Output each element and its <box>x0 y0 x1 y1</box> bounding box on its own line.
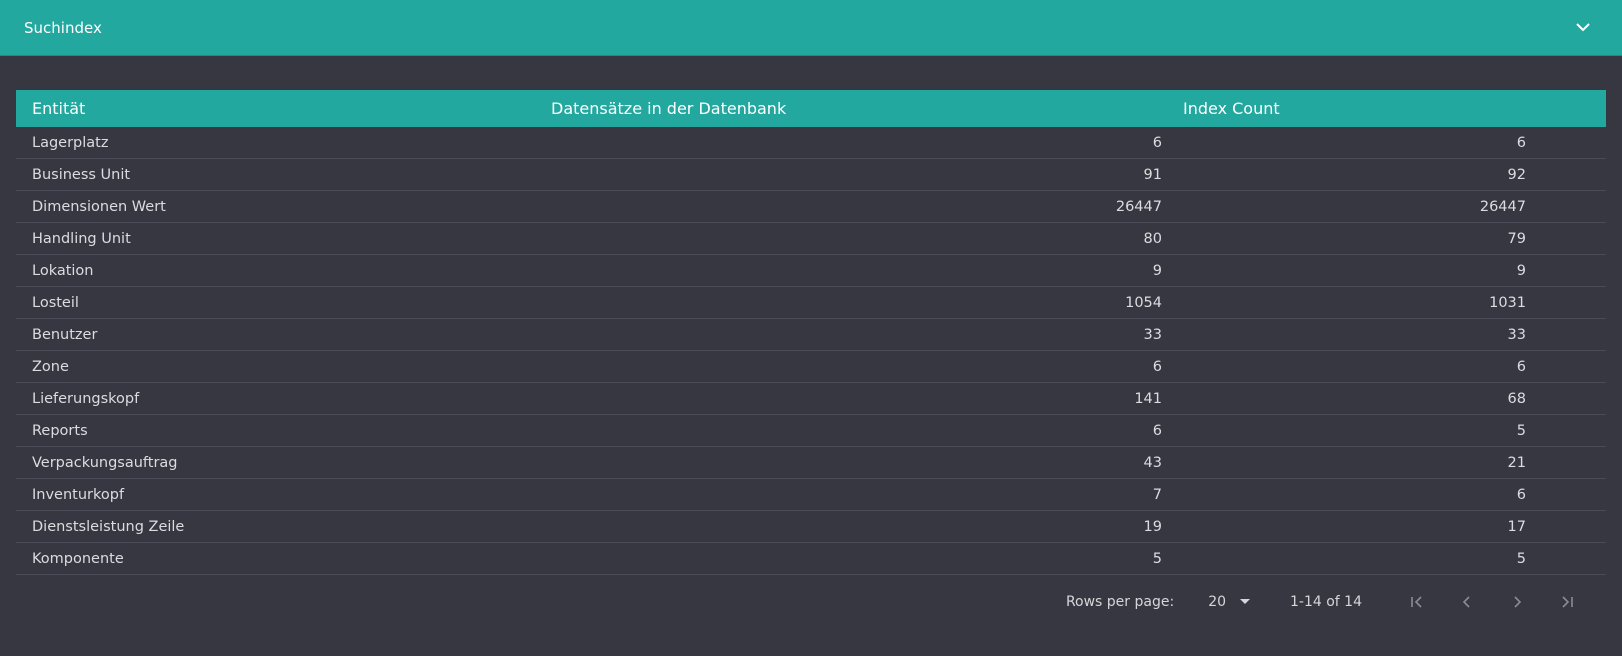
cell-index-count: 26447 <box>1479 198 1526 215</box>
table-row[interactable]: Inventurkopf 7 6 <box>16 479 1606 511</box>
cell-index-count: 21 <box>1507 454 1526 471</box>
panel-body: Entität Datensätze in der Datenbank Inde… <box>0 56 1622 629</box>
table-row[interactable]: Lagerplatz 6 6 <box>16 127 1606 159</box>
cell-entity: Inventurkopf <box>32 486 125 503</box>
cell-db-records: 26447 <box>1115 198 1162 215</box>
cell-entity: Reports <box>32 422 88 439</box>
cell-entity: Lokation <box>32 262 94 279</box>
column-header-index-count[interactable]: Index Count <box>1183 99 1483 118</box>
cell-entity: Dimensionen Wert <box>32 198 166 215</box>
table-row[interactable]: Business Unit 91 92 <box>16 159 1606 191</box>
column-header-entity[interactable]: Entität <box>32 99 551 118</box>
cell-index-count: 92 <box>1507 166 1526 183</box>
table-header: Entität Datensätze in der Datenbank Inde… <box>16 90 1606 127</box>
table-row[interactable]: Handling Unit 80 79 <box>16 223 1606 255</box>
search-index-panel: Suchindex Entität Datensätze in der Date… <box>0 0 1622 629</box>
chevron-left-icon <box>1462 596 1470 608</box>
cell-db-records: 19 <box>1143 518 1162 535</box>
cell-index-count: 33 <box>1507 326 1526 343</box>
pagination: Rows per page: 20 1-14 of 14 <box>16 575 1606 629</box>
cell-entity: Benutzer <box>32 326 98 343</box>
cell-db-records: 7 <box>1152 486 1162 503</box>
page-range: 1-14 of 14 <box>1290 594 1362 610</box>
table-row[interactable]: Dimensionen Wert 26447 26447 <box>16 191 1606 223</box>
chevron-down-icon[interactable] <box>1574 19 1592 37</box>
table-row[interactable]: Verpackungsauftrag 43 21 <box>16 447 1606 479</box>
cell-index-count: 5 <box>1516 422 1526 439</box>
cell-db-records: 1054 <box>1125 294 1162 311</box>
previous-page-button[interactable] <box>1442 587 1492 617</box>
cell-index-count: 68 <box>1507 390 1526 407</box>
cell-db-records: 33 <box>1143 326 1162 343</box>
table-row[interactable]: Reports 6 5 <box>16 415 1606 447</box>
column-header-db-records[interactable]: Datensätze in der Datenbank <box>535 99 1183 118</box>
cell-entity: Dienstsleistung Zeile <box>32 518 185 535</box>
table-row[interactable]: Lokation 9 9 <box>16 255 1606 287</box>
cell-index-count: 5 <box>1516 550 1526 567</box>
cell-db-records: 91 <box>1143 166 1162 183</box>
cell-entity: Komponente <box>32 550 124 567</box>
cell-db-records: 80 <box>1143 230 1162 247</box>
table-row[interactable]: Losteil 1054 1031 <box>16 287 1606 319</box>
cell-entity: Handling Unit <box>32 230 131 247</box>
cell-db-records: 9 <box>1152 262 1162 279</box>
table-body: Lagerplatz 6 6 Business Unit 91 92 Dimensionen… <box>16 127 1606 575</box>
table-row[interactable]: Komponente 5 5 <box>16 543 1606 575</box>
rows-per-page-label: Rows per page: <box>1065 594 1175 610</box>
chevron-right-icon <box>1514 596 1522 608</box>
cell-db-records: 6 <box>1152 358 1162 375</box>
cell-index-count: 1031 <box>1489 294 1526 311</box>
cell-index-count: 9 <box>1516 262 1526 279</box>
table-row[interactable]: Zone 6 6 <box>16 351 1606 383</box>
cell-entity: Zone <box>32 358 69 375</box>
table-row[interactable]: Benutzer 33 33 <box>16 319 1606 351</box>
cell-db-records: 141 <box>1134 390 1162 407</box>
last-page-icon <box>1562 596 1573 608</box>
cell-db-records: 43 <box>1143 454 1162 471</box>
cell-entity: Business Unit <box>32 166 131 183</box>
search-index-table: Entität Datensätze in der Datenbank Inde… <box>16 90 1606 575</box>
cell-index-count: 6 <box>1516 134 1526 151</box>
cell-entity: Lagerplatz <box>32 134 109 151</box>
panel-title: Suchindex <box>24 18 102 37</box>
cell-db-records: 6 <box>1152 134 1162 151</box>
cell-entity: Lieferungskopf <box>32 390 140 407</box>
rows-per-page-value: 20 <box>1208 594 1227 610</box>
cell-index-count: 79 <box>1507 230 1526 247</box>
cell-db-records: 6 <box>1152 422 1162 439</box>
next-page-button[interactable] <box>1492 587 1542 617</box>
last-page-button[interactable] <box>1542 587 1592 617</box>
caret-down-icon <box>1240 599 1251 604</box>
panel-header[interactable]: Suchindex <box>0 0 1622 56</box>
cell-index-count: 17 <box>1507 518 1526 535</box>
cell-index-count: 6 <box>1516 486 1526 503</box>
cell-entity: Losteil <box>32 294 79 311</box>
table-row[interactable]: Lieferungskopf 141 68 <box>16 383 1606 415</box>
first-page-button[interactable] <box>1392 587 1442 617</box>
cell-index-count: 6 <box>1516 358 1526 375</box>
cell-db-records: 5 <box>1152 550 1162 567</box>
cell-entity: Verpackungsauftrag <box>32 454 178 471</box>
rows-per-page-select[interactable]: 20 <box>1208 594 1251 610</box>
table-row[interactable]: Dienstsleistung Zeile 19 17 <box>16 511 1606 543</box>
first-page-icon <box>1411 596 1422 608</box>
